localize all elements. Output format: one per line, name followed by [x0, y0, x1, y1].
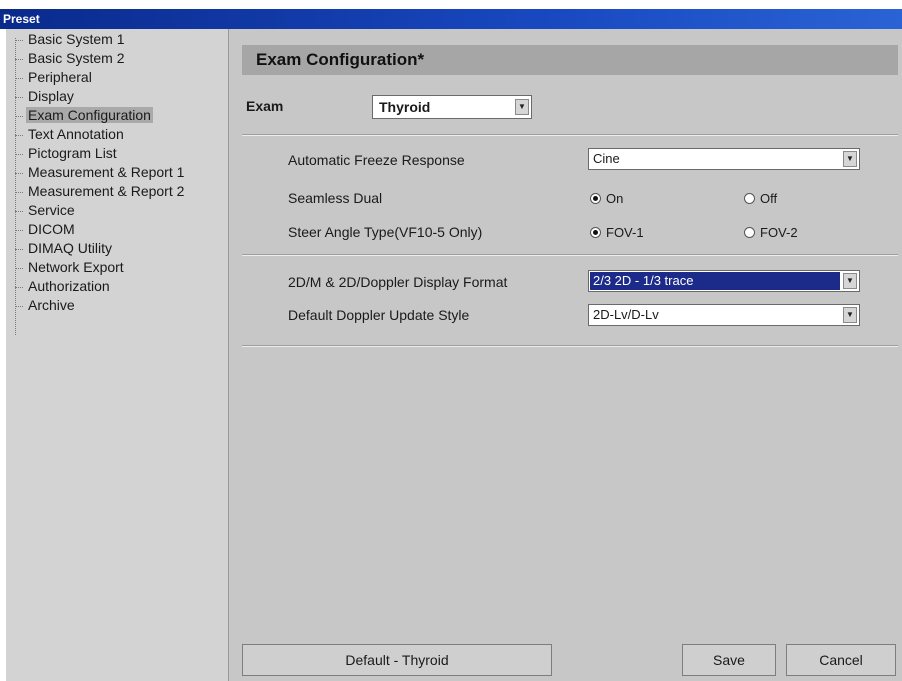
- steer-angle-fov1-radio[interactable]: FOV-1: [590, 225, 644, 240]
- sidebar-item-text-annotation[interactable]: Text Annotation: [15, 124, 126, 144]
- sidebar-item-exam-configuration[interactable]: Exam Configuration: [15, 105, 153, 125]
- divider: [242, 345, 898, 347]
- sidebar-item-label: Archive: [28, 297, 75, 313]
- display-format-value: 2/3 2D - 1/3 trace: [590, 272, 840, 290]
- sidebar-item-label: Measurement & Report 2: [28, 183, 185, 199]
- sidebar-item-label: Authorization: [28, 278, 110, 294]
- exam-select-value: Thyroid: [379, 99, 431, 115]
- sidebar-item-network-export[interactable]: Network Export: [15, 257, 126, 277]
- sidebar-item-label: Text Annotation: [28, 126, 124, 142]
- radio-label: On: [606, 191, 624, 206]
- sidebar-item-measurement-report-2[interactable]: Measurement & Report 2: [15, 181, 186, 201]
- sidebar-item-label: Basic System 1: [28, 31, 125, 47]
- radio-button-icon: [744, 193, 755, 204]
- sidebar-item-service[interactable]: Service: [15, 200, 77, 220]
- sidebar-item-label: Pictogram List: [28, 145, 117, 161]
- sidebar-item-peripheral[interactable]: Peripheral: [15, 67, 94, 87]
- main-panel: Exam Configuration* Exam Thyroid ▼ Autom…: [228, 29, 902, 681]
- sidebar-item-label: DICOM: [28, 221, 75, 237]
- chevron-down-icon[interactable]: ▼: [843, 151, 857, 167]
- sidebar-item-measurement-report-1[interactable]: Measurement & Report 1: [15, 162, 186, 182]
- sidebar-item-label: Display: [28, 88, 74, 104]
- cancel-button[interactable]: Cancel: [786, 644, 896, 676]
- steer-angle-label: Steer Angle Type(VF10-5 Only): [288, 224, 483, 240]
- doppler-update-value: 2D-Lv/D-Lv: [593, 307, 659, 322]
- radio-label: FOV-1: [606, 225, 644, 240]
- chevron-down-icon[interactable]: ▼: [843, 273, 857, 289]
- sidebar-tree: Basic System 1 Basic System 2 Peripheral…: [6, 29, 229, 681]
- display-format-select[interactable]: 2/3 2D - 1/3 trace ▼: [588, 270, 860, 292]
- display-format-label: 2D/M & 2D/Doppler Display Format: [288, 274, 508, 290]
- radio-button-icon: [590, 227, 601, 238]
- sidebar-item-authorization[interactable]: Authorization: [15, 276, 112, 296]
- seamless-dual-on-radio[interactable]: On: [590, 191, 623, 206]
- sidebar-item-basic-system-2[interactable]: Basic System 2: [15, 48, 126, 68]
- sidebar-item-label: Service: [28, 202, 75, 218]
- sidebar-item-label: Basic System 2: [28, 50, 125, 66]
- doppler-update-select[interactable]: 2D-Lv/D-Lv ▼: [588, 304, 860, 326]
- sidebar-item-label: Exam Configuration: [26, 107, 153, 123]
- radio-label: FOV-2: [760, 225, 798, 240]
- seamless-dual-label: Seamless Dual: [288, 190, 383, 206]
- exam-label: Exam: [246, 98, 284, 114]
- auto-freeze-value: Cine: [593, 151, 620, 166]
- chevron-down-icon[interactable]: ▼: [515, 99, 529, 115]
- chevron-down-icon[interactable]: ▼: [843, 307, 857, 323]
- exam-select[interactable]: Thyroid ▼: [372, 95, 532, 119]
- sidebar-item-pictogram-list[interactable]: Pictogram List: [15, 143, 119, 163]
- sidebar-item-dicom[interactable]: DICOM: [15, 219, 77, 239]
- radio-button-icon: [744, 227, 755, 238]
- divider: [242, 254, 898, 256]
- preset-window: Basic System 1 Basic System 2 Peripheral…: [6, 29, 902, 681]
- sidebar-item-label: Network Export: [28, 259, 124, 275]
- default-thyroid-button[interactable]: Default - Thyroid: [242, 644, 552, 676]
- doppler-update-label: Default Doppler Update Style: [288, 307, 470, 323]
- auto-freeze-label: Automatic Freeze Response: [288, 152, 465, 168]
- sidebar-item-dimaq-utility[interactable]: DIMAQ Utility: [15, 238, 114, 258]
- sidebar-item-display[interactable]: Display: [15, 86, 76, 106]
- radio-button-icon: [590, 193, 601, 204]
- sidebar-item-label: DIMAQ Utility: [28, 240, 112, 256]
- sidebar-item-label: Peripheral: [28, 69, 92, 85]
- sidebar-item-archive[interactable]: Archive: [15, 295, 77, 315]
- sidebar-item-basic-system-1[interactable]: Basic System 1: [15, 29, 126, 49]
- page-title: Exam Configuration*: [242, 45, 898, 75]
- seamless-dual-off-radio[interactable]: Off: [744, 191, 777, 206]
- save-button[interactable]: Save: [682, 644, 776, 676]
- radio-label: Off: [760, 191, 778, 206]
- divider: [242, 134, 898, 136]
- auto-freeze-select[interactable]: Cine ▼: [588, 148, 860, 170]
- sidebar-item-label: Measurement & Report 1: [28, 164, 185, 180]
- steer-angle-fov2-radio[interactable]: FOV-2: [744, 225, 798, 240]
- window-title: Preset: [0, 9, 902, 29]
